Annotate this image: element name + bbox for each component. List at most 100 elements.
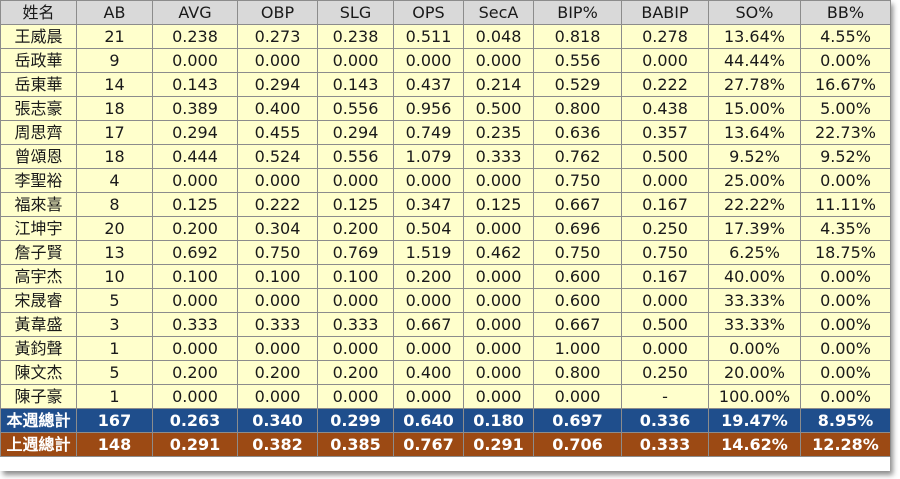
- table-header: 姓名 AB AVG OBP SLG OPS SecA BIP% BABIP SO% BB%: [0, 0, 891, 25]
- stat-cell: 0.524: [237, 144, 318, 169]
- stat-cell: 0.00%: [800, 48, 891, 73]
- stat-cell: 0.762: [533, 144, 622, 169]
- last-week-total-row: 上週總計 148 0.291 0.382 0.385 0.767 0.291 0.706 0.3…: [0, 432, 891, 457]
- stat-cell: 13: [76, 240, 153, 265]
- stat-cell: 4.55%: [800, 24, 891, 49]
- stat-cell: 9.52%: [800, 144, 891, 169]
- stat-cell: 0.00%: [800, 264, 891, 289]
- stat-cell: 33.33%: [708, 288, 801, 313]
- total-stat-cell: 0.706: [533, 432, 622, 457]
- table-row: 宋晟睿 5 0.000 0.000 0.000 0.000 0.000 0.600 0.000 3…: [0, 288, 891, 313]
- total-stat-cell: 0.263: [152, 408, 238, 433]
- stat-cell: 0.00%: [800, 288, 891, 313]
- stat-cell: 0.956: [393, 96, 464, 121]
- stat-cell: 8: [76, 192, 153, 217]
- stat-cell: 0.200: [152, 216, 238, 241]
- table-row: 福來喜 8 0.125 0.222 0.125 0.347 0.125 0.667 0.167 2…: [0, 192, 891, 217]
- stat-cell: 1.000: [533, 336, 622, 361]
- total-stat-cell: 14.62%: [708, 432, 801, 457]
- stat-cell: 0.200: [152, 360, 238, 385]
- stat-cell: 18.75%: [800, 240, 891, 265]
- table-row: 岳政華 9 0.000 0.000 0.000 0.000 0.000 0.556 0.000 4…: [0, 48, 891, 73]
- stat-cell: 0.000: [463, 360, 534, 385]
- total-stat-cell: 148: [76, 432, 153, 457]
- stat-cell: 0.294: [152, 120, 238, 145]
- table-row: 詹子賢 13 0.692 0.750 0.769 1.519 0.462 0.750 0.750…: [0, 240, 891, 265]
- stat-cell: 0.000: [621, 288, 709, 313]
- stat-cell: -: [621, 384, 709, 409]
- stat-cell: 0.143: [317, 72, 394, 97]
- stat-cell: 0.00%: [800, 312, 891, 337]
- stat-cell: 0.294: [317, 120, 394, 145]
- total-stat-cell: 19.47%: [708, 408, 801, 433]
- stat-cell: 25.00%: [708, 168, 801, 193]
- stat-cell: 5: [76, 360, 153, 385]
- stat-cell: 0.000: [317, 168, 394, 193]
- stat-cell: 0.214: [463, 72, 534, 97]
- stat-cell: 9.52%: [708, 144, 801, 169]
- stat-cell: 0.000: [237, 336, 318, 361]
- stat-cell: 0.000: [463, 288, 534, 313]
- column-header: 姓名: [0, 0, 77, 25]
- column-header: OPS: [393, 0, 464, 25]
- stat-cell: 0.749: [393, 120, 464, 145]
- stat-cell: 0.278: [621, 24, 709, 49]
- this-week-total-row: 本週總計 167 0.263 0.340 0.299 0.640 0.180 0.697 0.3…: [0, 408, 891, 433]
- player-name-cell: 王威晨: [0, 24, 77, 49]
- table-row: 曾頌恩 18 0.444 0.524 0.556 1.079 0.333 0.762 0.500…: [0, 144, 891, 169]
- stat-cell: 0.200: [393, 264, 464, 289]
- stat-cell: 0.000: [152, 336, 238, 361]
- column-header: SO%: [708, 0, 801, 25]
- stat-cell: 0.222: [237, 192, 318, 217]
- stat-cell: 0.200: [237, 360, 318, 385]
- stat-cell: 0.347: [393, 192, 464, 217]
- stat-cell: 0.400: [237, 96, 318, 121]
- stat-cell: 0.444: [152, 144, 238, 169]
- header-row: 姓名 AB AVG OBP SLG OPS SecA BIP% BABIP SO% BB%: [0, 0, 891, 25]
- stat-cell: 0.000: [317, 384, 394, 409]
- stat-cell: 100.00%: [708, 384, 801, 409]
- table-body: 王威晨 21 0.238 0.273 0.238 0.511 0.048 0.818 0.278…: [0, 24, 891, 457]
- stat-cell: 0.462: [463, 240, 534, 265]
- stat-cell: 0.294: [237, 72, 318, 97]
- stat-cell: 0.000: [317, 288, 394, 313]
- stat-cell: 17.39%: [708, 216, 801, 241]
- stat-cell: 1.079: [393, 144, 464, 169]
- table-row: 陳子豪 1 0.000 0.000 0.000 0.000 0.000 0.000-100.0…: [0, 384, 891, 409]
- total-label-cell: 上週總計: [0, 432, 77, 457]
- stat-cell: 0.000: [621, 168, 709, 193]
- stat-cell: 0.696: [533, 216, 622, 241]
- player-name-cell: 江坤宇: [0, 216, 77, 241]
- stat-cell: 0.000: [393, 48, 464, 73]
- stat-cell: 0.000: [463, 312, 534, 337]
- stat-cell: 0.333: [152, 312, 238, 337]
- stat-cell: 0.167: [621, 192, 709, 217]
- stat-cell: 0.000: [317, 48, 394, 73]
- stats-table-frame: 姓名 AB AVG OBP SLG OPS SecA BIP% BABIP SO% BB% 王威晨 2…: [0, 0, 891, 471]
- batting-stats-table: 姓名 AB AVG OBP SLG OPS SecA BIP% BABIP SO% BB% 王威晨 2…: [0, 0, 891, 457]
- stat-cell: 13.64%: [708, 120, 801, 145]
- column-header: SecA: [463, 0, 534, 25]
- stat-cell: 5.00%: [800, 96, 891, 121]
- player-name-cell: 宋晟睿: [0, 288, 77, 313]
- stat-cell: 0.500: [463, 96, 534, 121]
- stat-cell: 0.437: [393, 72, 464, 97]
- stat-cell: 20: [76, 216, 153, 241]
- stat-cell: 0.000: [621, 48, 709, 73]
- stat-cell: 0.455: [237, 120, 318, 145]
- stat-cell: 0.357: [621, 120, 709, 145]
- stat-cell: 0.692: [152, 240, 238, 265]
- total-stat-cell: 0.291: [152, 432, 238, 457]
- total-stat-cell: 0.767: [393, 432, 464, 457]
- stat-cell: 0.000: [621, 336, 709, 361]
- stat-cell: 0.00%: [800, 336, 891, 361]
- stat-cell: 0.000: [152, 288, 238, 313]
- player-name-cell: 岳東華: [0, 72, 77, 97]
- stat-cell: 0.556: [317, 144, 394, 169]
- stat-cell: 0.222: [621, 72, 709, 97]
- stat-cell: 0.200: [317, 360, 394, 385]
- stat-cell: 0.000: [152, 168, 238, 193]
- stat-cell: 0.818: [533, 24, 622, 49]
- stat-cell: 17: [76, 120, 153, 145]
- table-row: 周思齊 17 0.294 0.455 0.294 0.749 0.235 0.636 0.357…: [0, 120, 891, 145]
